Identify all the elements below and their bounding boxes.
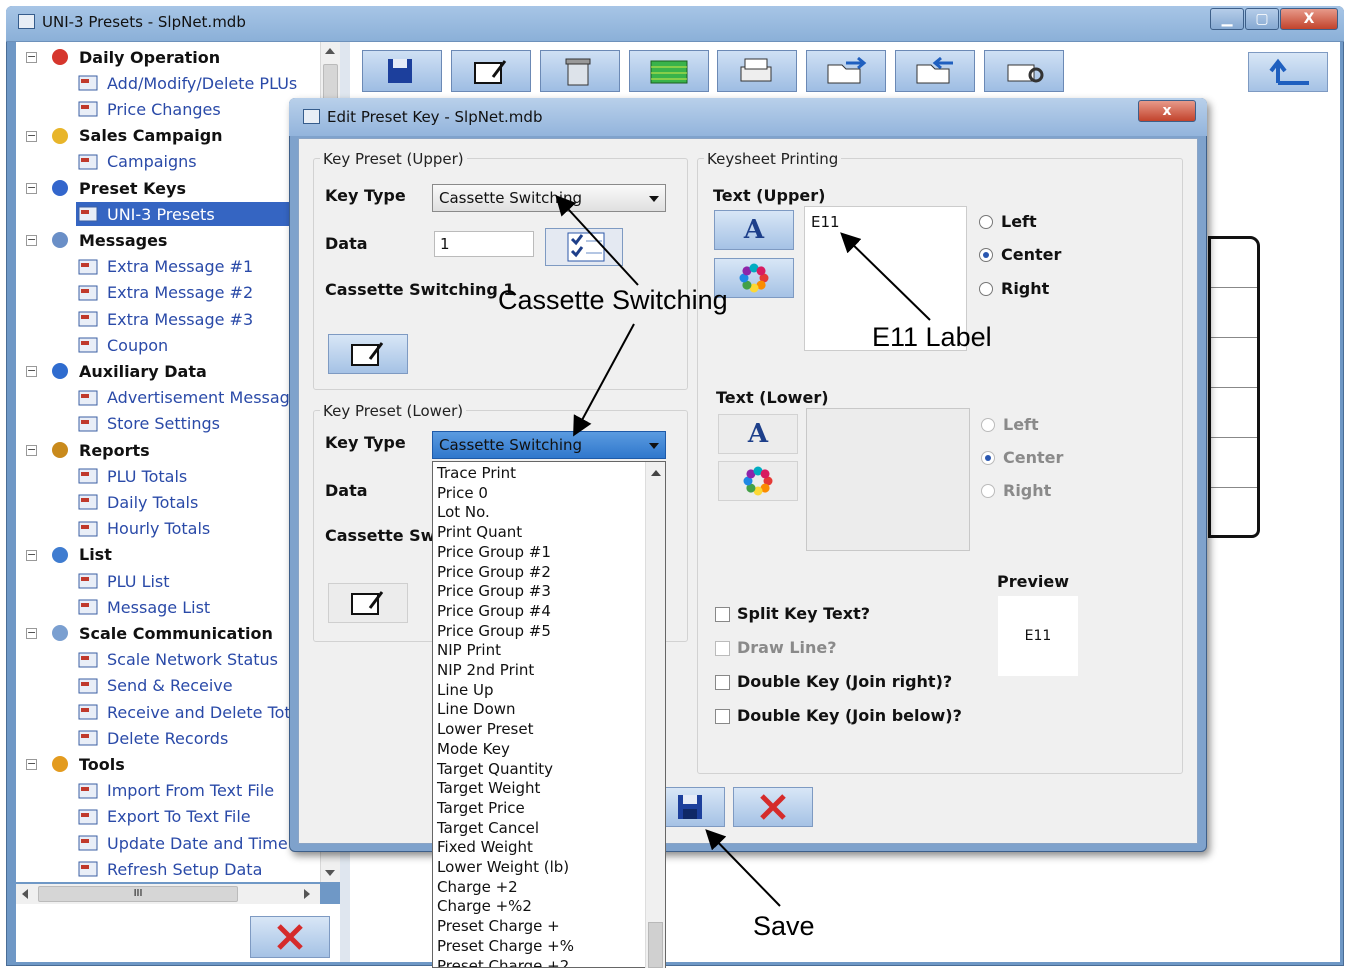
arrow-to-e11 (840, 232, 931, 321)
annotation-cassette-switching: Cassette Switching (498, 285, 728, 315)
annotation-e11-label: E11 Label (872, 322, 992, 352)
annotation-save: Save (753, 911, 815, 941)
arrow-to-upper-keytype (555, 195, 639, 286)
annotation-arrows (555, 195, 931, 907)
arrow-to-save (705, 829, 781, 907)
arrow-to-lower-keytype (573, 323, 635, 437)
